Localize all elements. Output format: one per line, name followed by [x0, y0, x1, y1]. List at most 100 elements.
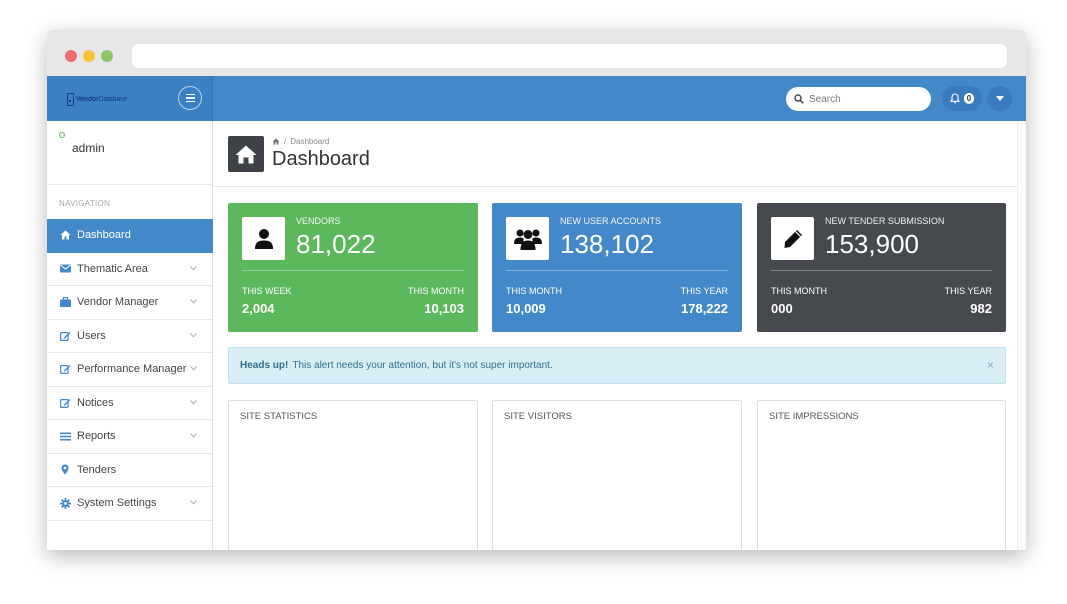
- site-visitors-panel: SITE VISITORS: [492, 400, 742, 550]
- panel-title: SITE IMPRESSIONS: [769, 411, 859, 422]
- stat-icon-box: [771, 217, 814, 260]
- sidebar-item-label: Vendor Manager: [77, 296, 159, 309]
- stat-divider: [242, 270, 464, 271]
- pencil-icon: [784, 229, 802, 248]
- stat-label: VENDORS: [296, 216, 341, 226]
- chevron-down-icon: [190, 265, 197, 271]
- sidebar-item-system-settings[interactable]: System Settings: [47, 487, 213, 521]
- sidebar-item-notices[interactable]: Notices: [47, 387, 213, 420]
- logo-mark-icon: [67, 92, 74, 106]
- breadcrumb-current: Dashboard: [290, 137, 330, 146]
- notification-count-badge: 0: [963, 93, 975, 104]
- users-group-icon: [513, 229, 542, 250]
- edit-icon: [59, 397, 71, 409]
- page-icon-box: [228, 136, 264, 172]
- stat-divider: [771, 270, 992, 271]
- breadcrumb-separator: /: [284, 137, 287, 146]
- sidebar-item-label: Notices: [77, 396, 114, 409]
- new-tender-submission-stat-card: NEW TENDER SUBMISSION 153,900 THIS MONTH…: [757, 203, 1006, 332]
- page-header: / Dashboard Dashboard: [214, 121, 1017, 187]
- search-input[interactable]: [809, 93, 919, 105]
- alert-close-button[interactable]: ×: [987, 358, 994, 372]
- stat-sub-left-value: 000: [771, 301, 793, 316]
- caret-down-icon: [995, 96, 1004, 101]
- logo-text-light: Database: [98, 95, 128, 103]
- user-profile: admin: [47, 121, 213, 185]
- content-right-edge: [1017, 121, 1026, 550]
- hamburger-icon: [185, 93, 195, 96]
- breadcrumb: / Dashboard: [272, 137, 329, 146]
- stat-value: 153,900: [825, 229, 919, 259]
- info-alert: Heads up! This alert needs your attentio…: [228, 347, 1006, 384]
- stat-sub-left-label: THIS MONTH: [771, 286, 827, 296]
- sidebar-item-label: System Settings: [77, 497, 157, 510]
- stat-sub-left-value: 2,004: [242, 301, 275, 316]
- main-content: / Dashboard Dashboard VENDORS 81,022 THI…: [214, 121, 1026, 550]
- notifications-button[interactable]: 0: [942, 86, 982, 111]
- sidebar-item-performance-manager[interactable]: Performance Manager: [47, 353, 213, 387]
- sidebar-item-users[interactable]: Users: [47, 320, 213, 353]
- sidebar-item-label: Performance Manager: [77, 363, 187, 376]
- brand-area: Vendor Database: [47, 76, 213, 121]
- panel-title: SITE VISITORS: [504, 411, 572, 422]
- minimize-window-dot[interactable]: [83, 50, 95, 62]
- chevron-down-icon: [190, 399, 197, 405]
- map-marker-icon: [59, 464, 71, 476]
- stat-sub-left-label: THIS MONTH: [506, 286, 562, 296]
- home-icon: [235, 145, 257, 163]
- home-icon[interactable]: [272, 138, 280, 145]
- sidebar-item-label: Reports: [77, 430, 116, 443]
- sidebar-item-vendor-manager[interactable]: Vendor Manager: [47, 286, 213, 320]
- sidebar-item-label: Thematic Area: [77, 262, 148, 275]
- browser-chrome: [47, 30, 1026, 76]
- sidebar-item-label: Dashboard: [77, 229, 131, 242]
- search-box[interactable]: [786, 87, 931, 111]
- sidebar-item-tenders[interactable]: Tenders: [47, 454, 213, 487]
- sidebar-item-label: Tenders: [77, 463, 117, 476]
- stat-icon-box: [506, 217, 549, 260]
- sidebar-item-dashboard[interactable]: Dashboard: [47, 219, 213, 253]
- app-logo[interactable]: Vendor Database: [67, 91, 127, 107]
- site-statistics-panel: SITE STATISTICS: [228, 400, 478, 550]
- stat-sub-right-value: 982: [970, 301, 992, 316]
- stat-sub-right-value: 10,103: [424, 301, 464, 316]
- vendors-stat-card: VENDORS 81,022 THIS WEEK 2,004 THIS MONT…: [228, 203, 478, 332]
- search-icon: [794, 94, 804, 104]
- sidebar-item-label: Users: [77, 329, 106, 342]
- username[interactable]: admin: [72, 141, 105, 155]
- stat-value: 81,022: [296, 229, 376, 259]
- stat-sub-left-label: THIS WEEK: [242, 286, 292, 296]
- new-user-accounts-stat-card: NEW USER ACCOUNTS 138,102 THIS MONTH 10,…: [492, 203, 742, 332]
- top-header: VendorDatabase 0: [47, 76, 1026, 121]
- stat-divider: [506, 270, 728, 271]
- gear-icon: [59, 497, 71, 509]
- chevron-down-icon: [190, 332, 197, 338]
- maximize-window-dot[interactable]: [101, 50, 113, 62]
- close-window-dot[interactable]: [65, 50, 77, 62]
- page-title: Dashboard: [272, 148, 370, 170]
- logo-text-bold: Vendor: [76, 95, 99, 103]
- menu-toggle-button[interactable]: [178, 86, 202, 110]
- chevron-down-icon: [190, 500, 197, 505]
- sidebar-item-thematic-area[interactable]: Thematic Area: [47, 253, 213, 286]
- panel-title: SITE STATISTICS: [240, 411, 318, 422]
- stat-sub-right-label: THIS MONTH: [408, 286, 464, 296]
- user-dropdown-button[interactable]: [987, 86, 1012, 111]
- briefcase-icon: [59, 296, 71, 308]
- browser-window: VendorDatabase 0 admin: [47, 30, 1026, 550]
- user-icon: [254, 228, 273, 249]
- address-bar[interactable]: [132, 44, 1007, 68]
- chevron-down-icon: [190, 366, 197, 371]
- stat-sub-right-value: 178,222: [681, 301, 728, 316]
- alert-text: This alert needs your attention, but it'…: [292, 360, 553, 371]
- edit-icon: [59, 330, 71, 342]
- stat-value: 138,102: [560, 229, 654, 259]
- chevron-down-icon: [190, 433, 197, 438]
- sidebar-item-reports[interactable]: Reports: [47, 420, 213, 454]
- site-impressions-panel: SITE IMPRESSIONS: [757, 400, 1006, 550]
- stat-label: NEW TENDER SUBMISSION: [825, 216, 945, 226]
- sidebar-nav: Dashboard Thematic Area Vendor Manager U…: [47, 219, 213, 521]
- chevron-down-icon: [190, 299, 197, 304]
- stat-sub-left-value: 10,009: [506, 301, 546, 316]
- bell-icon: [949, 93, 960, 104]
